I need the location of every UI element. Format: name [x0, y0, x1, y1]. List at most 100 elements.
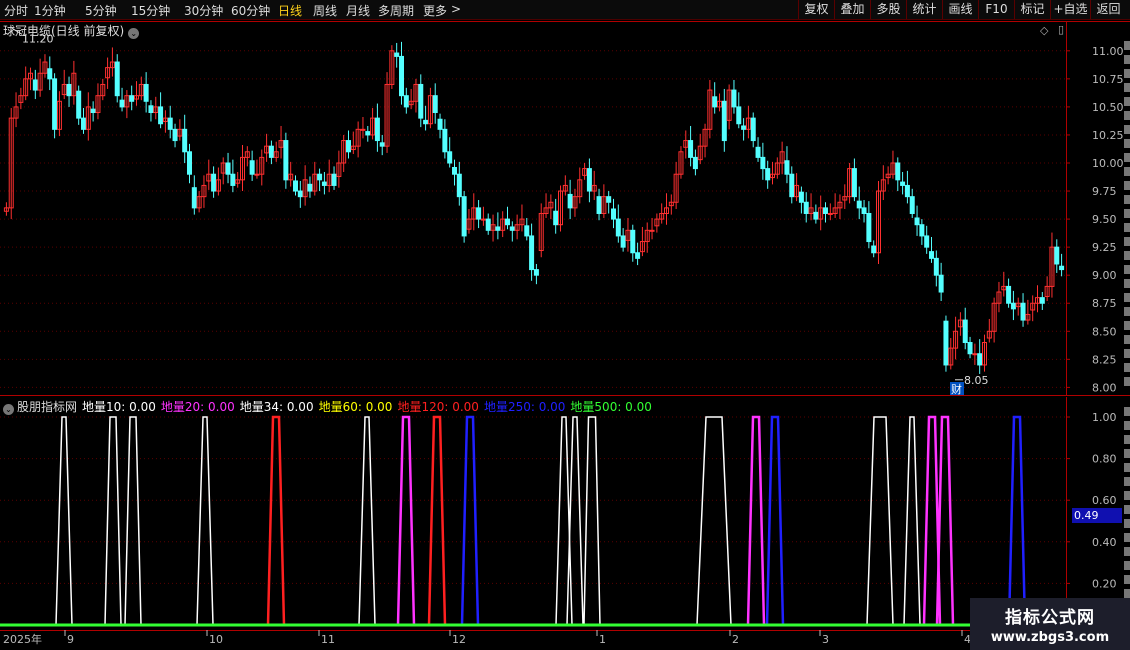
indicator-panel[interactable]: 1.00 0.80 0.60 0.40 0.20 ⌄ 股朋指标网 地量10: 0.00 地量2…: [0, 397, 1130, 629]
indicator-collapse-icon[interactable]: ⌄: [3, 404, 14, 415]
candle-down: [586, 168, 592, 192]
diamond-icon[interactable]: ◇: [1040, 24, 1048, 37]
candle-down: [52, 78, 58, 130]
period-tab-5[interactable]: 60分钟: [231, 2, 270, 19]
clipped-text-strip: [1124, 279, 1130, 288]
candle-down: [331, 173, 337, 186]
candle-down: [158, 106, 164, 125]
toolbar-button-0[interactable]: 复权: [798, 0, 834, 19]
period-tab-4[interactable]: 30分钟: [184, 2, 223, 19]
candle-down: [933, 257, 939, 276]
indicator-spikes: [55, 415, 1027, 626]
toolbar-button-5[interactable]: F10: [978, 0, 1014, 19]
candle-down: [866, 212, 872, 243]
price-tick-label: 10.75: [1092, 73, 1124, 86]
toolbar-button-2[interactable]: 多股: [870, 0, 906, 19]
toolbar-button-4[interactable]: 画线: [942, 0, 978, 19]
candle-down: [962, 319, 968, 344]
more-chevron-icon[interactable]: >: [451, 2, 461, 16]
clipped-text-strip: [1124, 449, 1130, 458]
period-tab-3[interactable]: 15分钟: [131, 2, 170, 19]
candle-down: [447, 151, 453, 164]
period-tab-9[interactable]: 多周期: [378, 2, 414, 19]
indicator-legend: ⌄ 股朋指标网 地量10: 0.00 地量20: 0.00 地量34: 0.00 地量60…: [3, 398, 657, 415]
candle-down: [346, 140, 351, 153]
date-axis-svg: 2025年 9 10 11 12 1 2 3 4: [0, 630, 1130, 646]
panel-toggle-icon[interactable]: ▯: [1058, 23, 1064, 36]
clipped-text-strip: [1124, 533, 1130, 542]
toolbar-button-8[interactable]: 返回: [1090, 0, 1126, 19]
current-value-tag: 0.49: [1072, 508, 1122, 523]
candle-down: [919, 224, 925, 237]
indicator-spike: [583, 416, 601, 626]
toolbar-button-7[interactable]: +自选: [1050, 0, 1090, 19]
date-label: 3: [822, 633, 829, 646]
clipped-text-strip: [1124, 575, 1130, 584]
candle-down: [924, 235, 930, 248]
settings-icon[interactable]: ⌄: [128, 28, 140, 39]
candlestick-chart[interactable]: 11.00 10.75 10.50 10.25 10.00 9.75 9.50 9.25 9.0…: [0, 21, 1130, 396]
candle-down: [307, 183, 313, 192]
clipped-text-strip: [1124, 421, 1130, 430]
candle-down: [317, 173, 323, 181]
candle-down: [90, 108, 96, 114]
period-tab-0[interactable]: 分时: [4, 2, 28, 19]
price-tick-label: 11.00: [1092, 45, 1124, 58]
candle-down: [293, 180, 298, 192]
toolbar-button-3[interactable]: 统计: [906, 0, 942, 19]
clipped-text-strip: [1124, 519, 1130, 528]
toolbar-button-6[interactable]: 标记: [1014, 0, 1050, 19]
candle-down: [861, 207, 867, 214]
period-tab-7[interactable]: 周线: [313, 2, 337, 19]
candle-down: [914, 217, 920, 226]
candle-down: [143, 83, 149, 102]
candle-down: [803, 201, 809, 214]
candle-down: [630, 229, 636, 254]
ind-tick-label: 0.80: [1092, 453, 1117, 466]
candle-down: [929, 251, 934, 259]
clipped-text-strip: [1124, 377, 1130, 386]
candle-down: [148, 105, 154, 114]
candle-down: [1054, 246, 1060, 265]
price-tick-label: 9.75: [1092, 185, 1117, 198]
ind-tick-label: 0.40: [1092, 536, 1117, 549]
period-tab-10[interactable]: 更多: [423, 2, 447, 19]
clipped-text-strip: [1124, 589, 1130, 598]
candle-down: [567, 193, 573, 209]
clipped-text-strip: [1124, 195, 1130, 204]
candle-down: [712, 96, 718, 108]
period-tab-6[interactable]: 日线: [278, 2, 302, 19]
indicator-title[interactable]: 股朋指标网: [17, 400, 77, 414]
candle-down: [529, 235, 535, 271]
indicator-spike: [396, 415, 416, 626]
candle-down: [461, 196, 467, 237]
stock-title[interactable]: 球冠电缆(日线 前复权) ⌄: [3, 22, 140, 39]
candle-down: [476, 207, 482, 220]
indicator-spike: [427, 415, 447, 626]
price-tick-label: 8.75: [1092, 297, 1117, 310]
candle-down: [553, 210, 559, 226]
clipped-text-strip: [1124, 69, 1130, 78]
candle-down: [456, 173, 462, 198]
legend-series-2: 地量34: 0.00: [239, 400, 314, 414]
candle-down: [731, 89, 737, 108]
candle-down: [230, 173, 236, 186]
indicator-chart[interactable]: 1.00 0.80 0.60 0.40 0.20: [0, 397, 1130, 629]
candle-down: [66, 83, 72, 97]
toolbar-button-1[interactable]: 叠加: [834, 0, 870, 19]
legend-series-4: 地量120: 0.00: [397, 400, 479, 414]
period-tab-8[interactable]: 月线: [346, 2, 370, 19]
candle-down: [365, 131, 371, 136]
candle-down: [167, 117, 173, 130]
candle-down: [1006, 285, 1012, 304]
period-tab-2[interactable]: 5分钟: [85, 2, 117, 19]
indicator-spike: [696, 416, 732, 626]
clipped-text-strip: [1124, 547, 1130, 556]
clipped-text-strip: [1124, 335, 1130, 344]
candlestick-panel[interactable]: 11.00 10.75 10.50 10.25 10.00 9.75 9.50 9.25 9.0…: [0, 21, 1130, 396]
period-tab-1[interactable]: 1分钟: [34, 2, 66, 19]
price-tick-label: 9.00: [1092, 269, 1117, 282]
price-tick-label: 9.25: [1092, 241, 1117, 254]
candle-down: [172, 128, 178, 142]
watermark-logo: 指标公式网 www.zbgs3.com: [970, 598, 1130, 650]
